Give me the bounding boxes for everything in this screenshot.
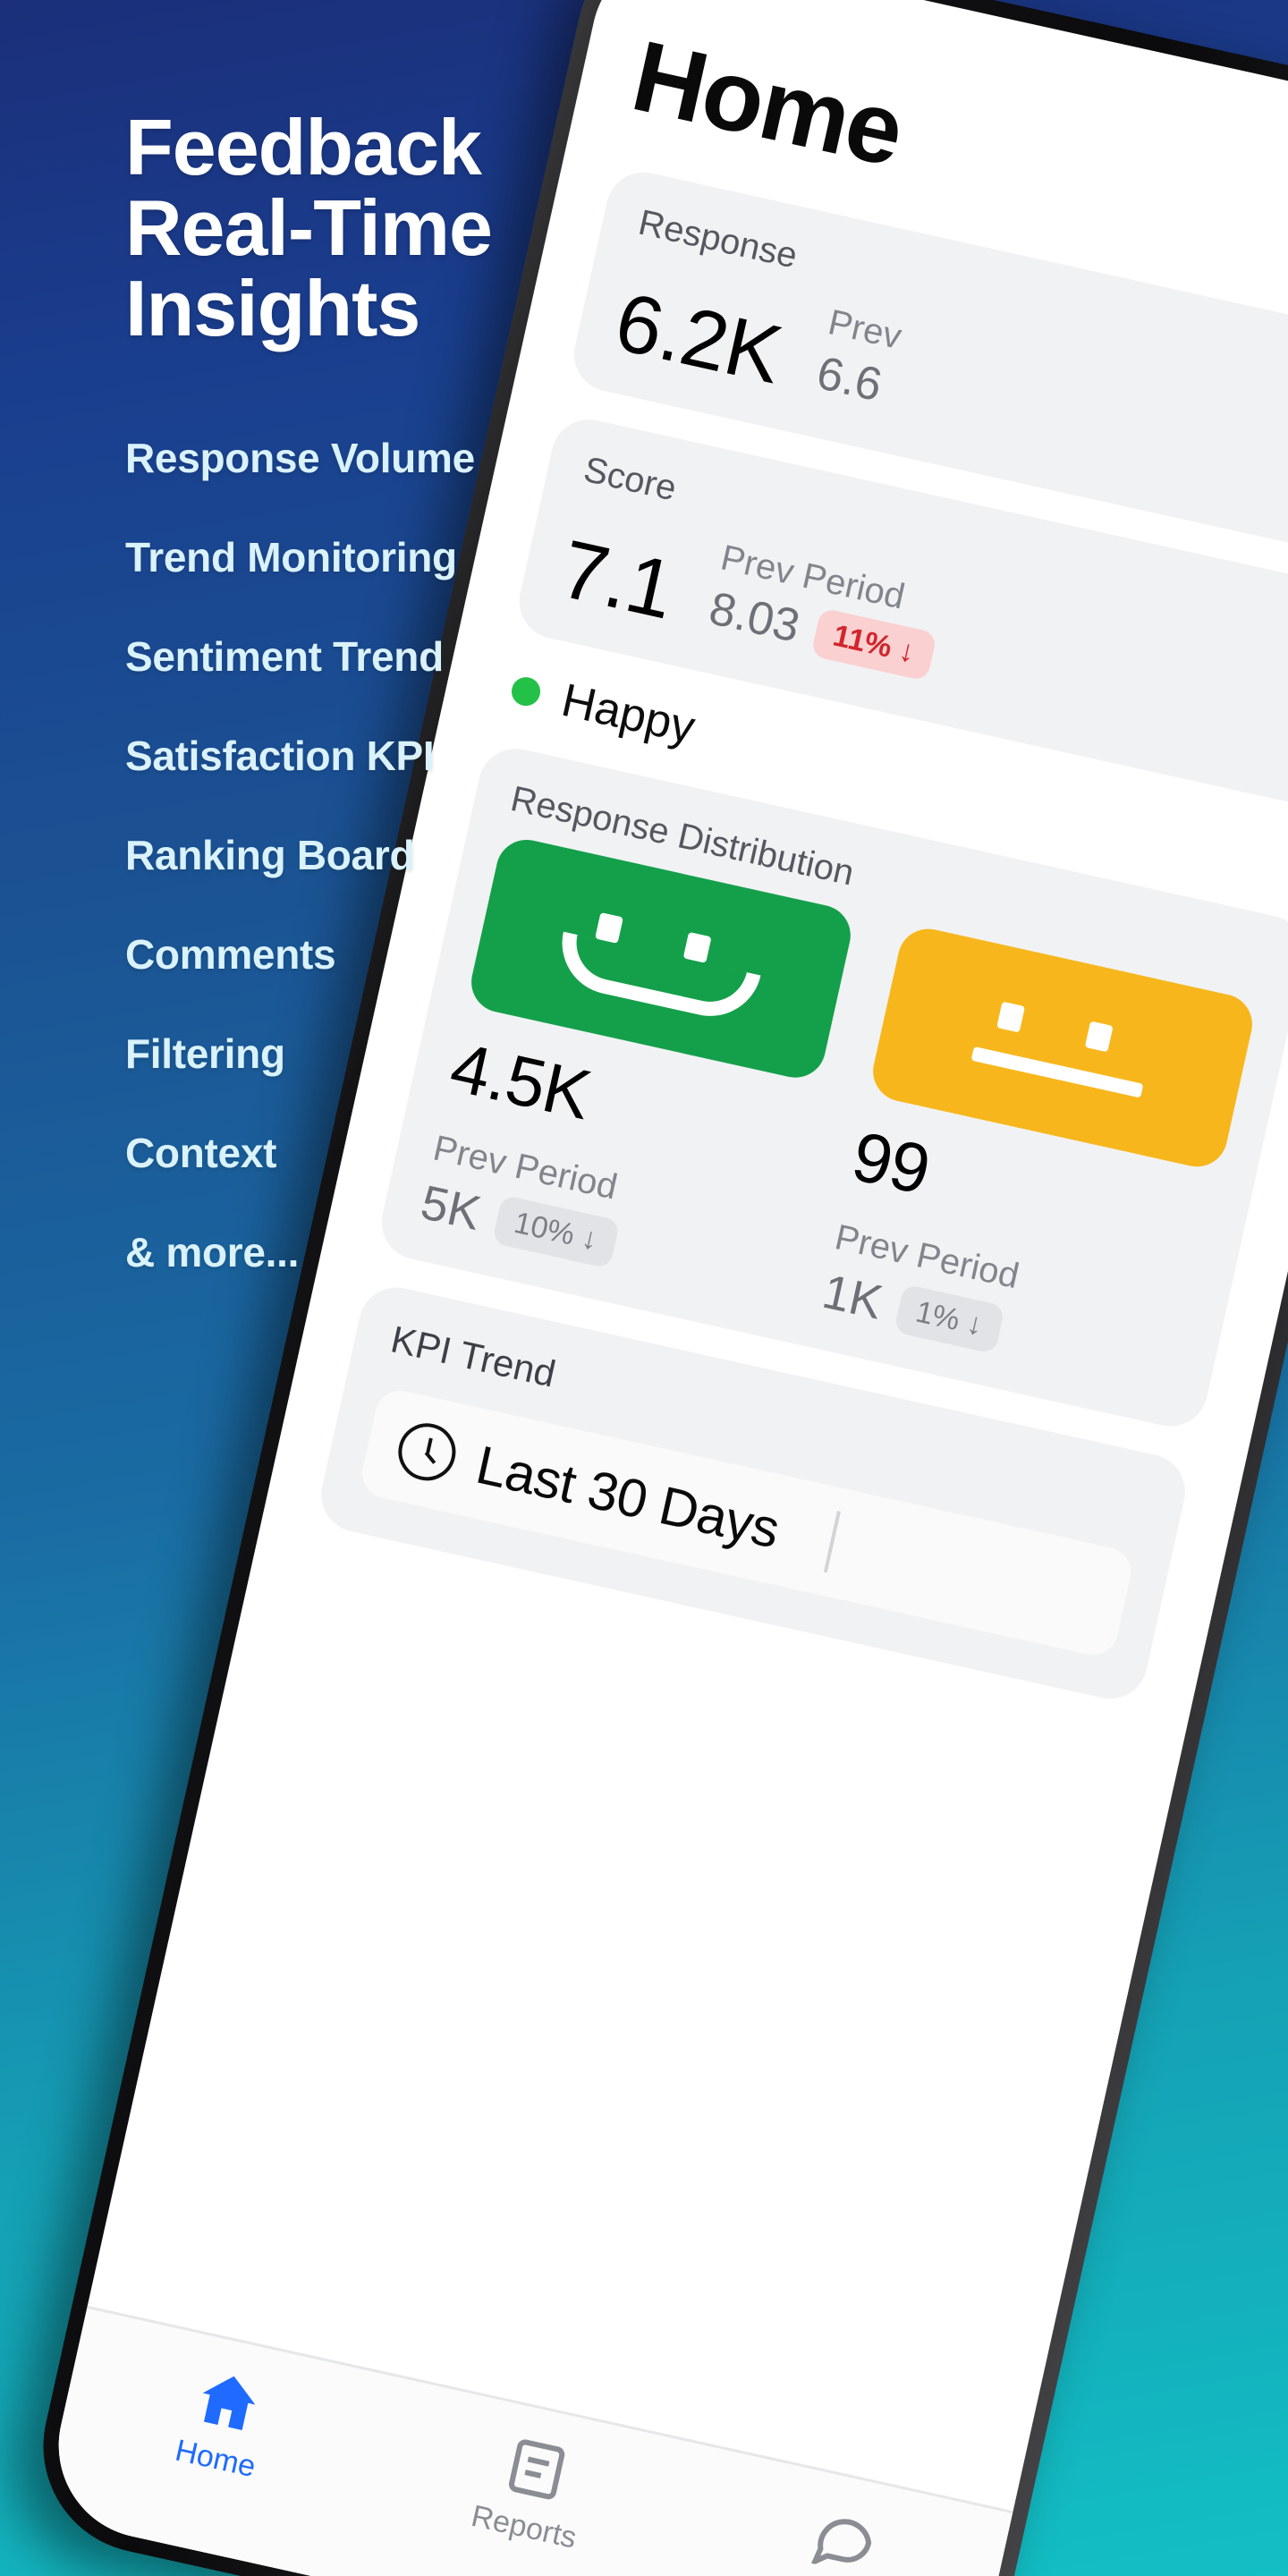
- feature-item-trend-monitoring: Trend Monitoring: [125, 534, 457, 581]
- divider: [824, 1511, 842, 1573]
- feature-list: Response Volume Trend Monitoring Sentime…: [125, 434, 751, 1276]
- feature-item-sentiment-trend: Sentiment Trend: [125, 633, 444, 681]
- distribution-item-neutral[interactable]: 99 Prev Period 1K 1% ↓: [818, 923, 1258, 1396]
- tab-chat[interactable]: Chat: [674, 2470, 1007, 2576]
- tab-reports[interactable]: Reports: [366, 2402, 699, 2576]
- bottom-tab-bar: Home Reports Chat: [40, 2305, 1013, 2576]
- feature-item-satisfaction-kpi: Satisfaction KPI: [125, 733, 435, 780]
- promo-panel: Feedback Real-Time Insights Response Vol…: [125, 107, 751, 1327]
- feature-item-more: & more...: [125, 1229, 300, 1276]
- tab-home[interactable]: Home: [57, 2333, 390, 2511]
- distribution-neutral-delta-badge: 1% ↓: [893, 1283, 1005, 1354]
- feature-item-comments: Comments: [125, 931, 336, 979]
- feature-item-context: Context: [125, 1130, 277, 1177]
- date-range-value: Last 30 Days: [470, 1434, 785, 1560]
- feature-item-filtering: Filtering: [125, 1030, 285, 1078]
- clock-icon: [393, 1418, 462, 1487]
- page-title: Feedback Real-Time Insights: [125, 103, 493, 352]
- response-card-prev-value: 6.6: [811, 346, 887, 412]
- feature-item-ranking-board: Ranking Board: [125, 832, 415, 879]
- distribution-neutral-prev-value: 1K: [818, 1264, 887, 1330]
- feature-item-response-volume: Response Volume: [125, 435, 475, 482]
